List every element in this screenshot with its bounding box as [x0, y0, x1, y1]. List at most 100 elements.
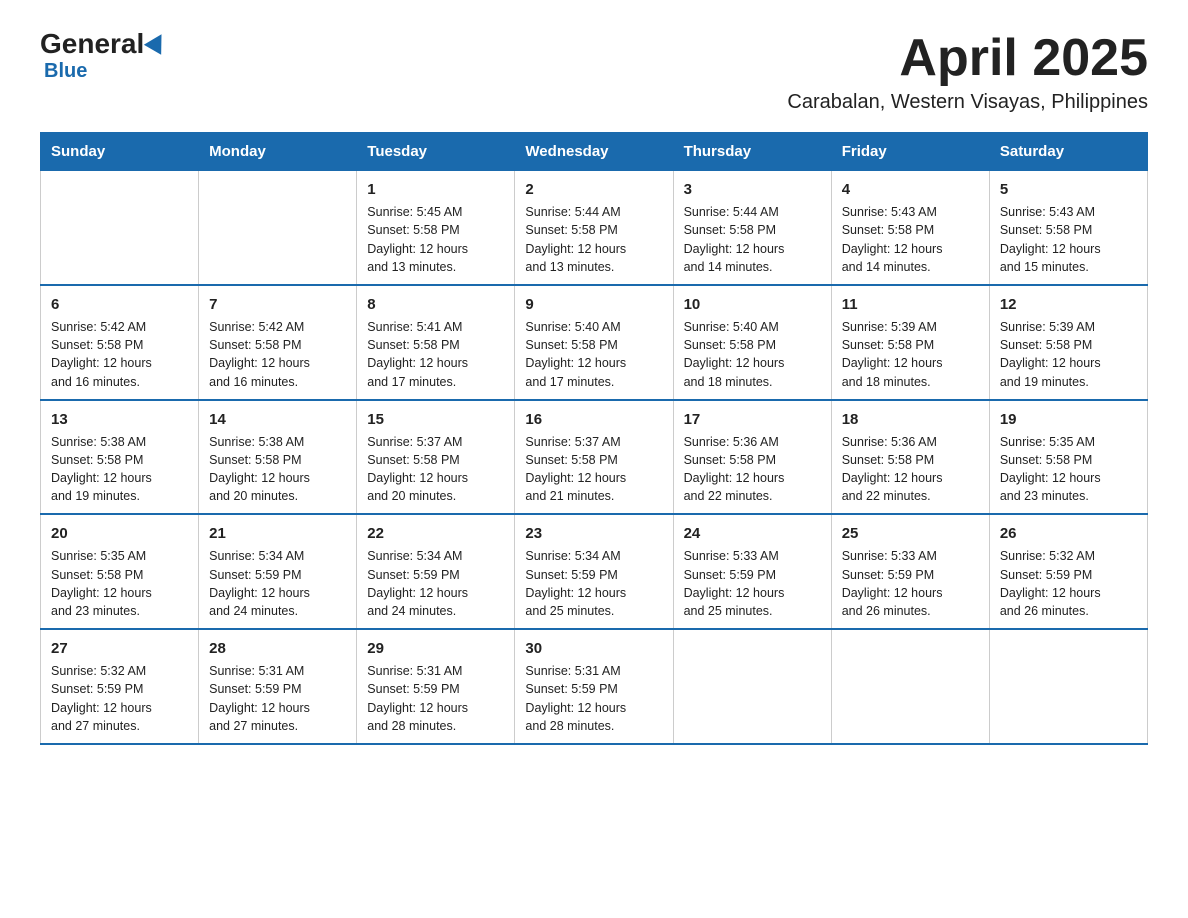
day-number: 27	[51, 638, 188, 659]
week-row-5: 27Sunrise: 5:32 AMSunset: 5:59 PMDayligh…	[41, 629, 1148, 744]
day-number: 19	[1000, 409, 1137, 430]
logo: General Blue	[40, 30, 167, 83]
day-info: Sunrise: 5:45 AMSunset: 5:58 PMDaylight:…	[367, 205, 468, 274]
logo-text: General	[40, 30, 167, 58]
day-number: 28	[209, 638, 346, 659]
day-cell: 9Sunrise: 5:40 AMSunset: 5:58 PMDaylight…	[515, 285, 673, 400]
column-header-wednesday: Wednesday	[515, 133, 673, 171]
day-number: 7	[209, 294, 346, 315]
column-header-monday: Monday	[199, 133, 357, 171]
day-info: Sunrise: 5:34 AMSunset: 5:59 PMDaylight:…	[525, 549, 626, 618]
week-row-3: 13 Sunrise: 5:38 AMSunset: 5:58 PMDayligh…	[41, 400, 1148, 515]
day-number: 20	[51, 523, 188, 544]
day-info: Sunrise: 5:39 AMSunset: 5:58 PMDaylight:…	[1000, 320, 1101, 389]
day-cell: 19 Sunrise: 5:35 AMSunset: 5:58 PMDayligh…	[989, 400, 1147, 515]
day-number: 30	[525, 638, 662, 659]
day-cell: 14 Sunrise: 5:38 AMSunset: 5:58 PMDayligh…	[199, 400, 357, 515]
day-cell: 2Sunrise: 5:44 AMSunset: 5:58 PMDaylight…	[515, 171, 673, 285]
day-info: Sunrise: 5:42 AMSunset: 5:58 PMDaylight:…	[209, 320, 310, 389]
day-cell: 8 Sunrise: 5:41 AMSunset: 5:58 PMDaylight…	[357, 285, 515, 400]
day-cell: 28 Sunrise: 5:31 AMSunset: 5:59 PMDayligh…	[199, 629, 357, 744]
column-header-thursday: Thursday	[673, 133, 831, 171]
day-info: Sunrise: 5:35 AMSunset: 5:58 PMDaylight:…	[1000, 435, 1101, 504]
header-row: SundayMondayTuesdayWednesdayThursdayFrid…	[41, 133, 1148, 171]
day-cell	[673, 629, 831, 744]
day-number: 26	[1000, 523, 1137, 544]
day-cell: 17Sunrise: 5:36 AMSunset: 5:58 PMDayligh…	[673, 400, 831, 515]
day-cell: 1 Sunrise: 5:45 AMSunset: 5:58 PMDaylight…	[357, 171, 515, 285]
day-cell: 24 Sunrise: 5:33 AMSunset: 5:59 PMDayligh…	[673, 514, 831, 629]
day-cell: 15 Sunrise: 5:37 AMSunset: 5:58 PMDayligh…	[357, 400, 515, 515]
day-info: Sunrise: 5:33 AMSunset: 5:59 PMDaylight:…	[684, 549, 785, 618]
column-header-tuesday: Tuesday	[357, 133, 515, 171]
day-cell	[41, 171, 199, 285]
day-number: 6	[51, 294, 188, 315]
day-number: 22	[367, 523, 504, 544]
day-number: 13	[51, 409, 188, 430]
week-row-2: 6 Sunrise: 5:42 AMSunset: 5:58 PMDaylight…	[41, 285, 1148, 400]
day-number: 3	[684, 179, 821, 200]
day-cell: 23 Sunrise: 5:34 AMSunset: 5:59 PMDayligh…	[515, 514, 673, 629]
day-number: 14	[209, 409, 346, 430]
day-cell: 20Sunrise: 5:35 AMSunset: 5:58 PMDayligh…	[41, 514, 199, 629]
week-row-4: 20Sunrise: 5:35 AMSunset: 5:58 PMDayligh…	[41, 514, 1148, 629]
week-row-1: 1 Sunrise: 5:45 AMSunset: 5:58 PMDaylight…	[41, 171, 1148, 285]
day-number: 12	[1000, 294, 1137, 315]
day-cell: 22Sunrise: 5:34 AMSunset: 5:59 PMDayligh…	[357, 514, 515, 629]
day-number: 25	[842, 523, 979, 544]
day-cell: 10Sunrise: 5:40 AMSunset: 5:58 PMDayligh…	[673, 285, 831, 400]
day-number: 4	[842, 179, 979, 200]
column-header-saturday: Saturday	[989, 133, 1147, 171]
day-number: 8	[367, 294, 504, 315]
day-info: Sunrise: 5:43 AMSunset: 5:58 PMDaylight:…	[842, 205, 943, 274]
day-cell: 30Sunrise: 5:31 AMSunset: 5:59 PMDayligh…	[515, 629, 673, 744]
day-cell: 18 Sunrise: 5:36 AMSunset: 5:58 PMDayligh…	[831, 400, 989, 515]
day-info: Sunrise: 5:43 AMSunset: 5:58 PMDaylight:…	[1000, 205, 1101, 274]
day-info: Sunrise: 5:32 AMSunset: 5:59 PMDaylight:…	[1000, 549, 1101, 618]
day-cell: 16Sunrise: 5:37 AMSunset: 5:58 PMDayligh…	[515, 400, 673, 515]
column-header-sunday: Sunday	[41, 133, 199, 171]
day-info: Sunrise: 5:34 AMSunset: 5:59 PMDaylight:…	[209, 549, 310, 618]
day-cell: 5Sunrise: 5:43 AMSunset: 5:58 PMDaylight…	[989, 171, 1147, 285]
day-number: 29	[367, 638, 504, 659]
day-number: 10	[684, 294, 821, 315]
day-cell: 25 Sunrise: 5:33 AMSunset: 5:59 PMDayligh…	[831, 514, 989, 629]
day-info: Sunrise: 5:37 AMSunset: 5:58 PMDaylight:…	[525, 435, 626, 504]
day-info: Sunrise: 5:42 AMSunset: 5:58 PMDaylight:…	[51, 320, 152, 389]
day-number: 21	[209, 523, 346, 544]
logo-triangle-icon	[144, 29, 170, 55]
day-cell: 6 Sunrise: 5:42 AMSunset: 5:58 PMDaylight…	[41, 285, 199, 400]
day-info: Sunrise: 5:31 AMSunset: 5:59 PMDaylight:…	[367, 664, 468, 733]
header-area: General Blue April 2025 Carabalan, Weste…	[40, 30, 1148, 114]
day-cell: 11Sunrise: 5:39 AMSunset: 5:58 PMDayligh…	[831, 285, 989, 400]
day-number: 24	[684, 523, 821, 544]
logo-general: General	[40, 30, 144, 58]
day-info: Sunrise: 5:41 AMSunset: 5:58 PMDaylight:…	[367, 320, 468, 389]
day-cell: 3 Sunrise: 5:44 AMSunset: 5:58 PMDaylight…	[673, 171, 831, 285]
day-info: Sunrise: 5:40 AMSunset: 5:58 PMDaylight:…	[525, 320, 626, 389]
day-cell	[989, 629, 1147, 744]
day-number: 18	[842, 409, 979, 430]
day-number: 15	[367, 409, 504, 430]
calendar-title: April 2025	[787, 30, 1148, 87]
day-info: Sunrise: 5:37 AMSunset: 5:58 PMDaylight:…	[367, 435, 468, 504]
day-cell	[199, 171, 357, 285]
day-cell: 27Sunrise: 5:32 AMSunset: 5:59 PMDayligh…	[41, 629, 199, 744]
day-info: Sunrise: 5:36 AMSunset: 5:58 PMDaylight:…	[684, 435, 785, 504]
day-number: 23	[525, 523, 662, 544]
day-info: Sunrise: 5:38 AMSunset: 5:58 PMDaylight:…	[209, 435, 310, 504]
day-number: 1	[367, 179, 504, 200]
logo-subtitle: Blue	[40, 60, 87, 83]
day-info: Sunrise: 5:38 AMSunset: 5:58 PMDaylight:…	[51, 435, 152, 504]
day-cell	[831, 629, 989, 744]
day-number: 11	[842, 294, 979, 315]
title-area: April 2025 Carabalan, Western Visayas, P…	[787, 30, 1148, 114]
day-cell: 12 Sunrise: 5:39 AMSunset: 5:58 PMDayligh…	[989, 285, 1147, 400]
day-info: Sunrise: 5:44 AMSunset: 5:58 PMDaylight:…	[684, 205, 785, 274]
day-info: Sunrise: 5:33 AMSunset: 5:59 PMDaylight:…	[842, 549, 943, 618]
day-cell: 4 Sunrise: 5:43 AMSunset: 5:58 PMDaylight…	[831, 171, 989, 285]
day-cell: 29 Sunrise: 5:31 AMSunset: 5:59 PMDayligh…	[357, 629, 515, 744]
day-cell: 7 Sunrise: 5:42 AMSunset: 5:58 PMDaylight…	[199, 285, 357, 400]
day-info: Sunrise: 5:31 AMSunset: 5:59 PMDaylight:…	[209, 664, 310, 733]
day-info: Sunrise: 5:36 AMSunset: 5:58 PMDaylight:…	[842, 435, 943, 504]
